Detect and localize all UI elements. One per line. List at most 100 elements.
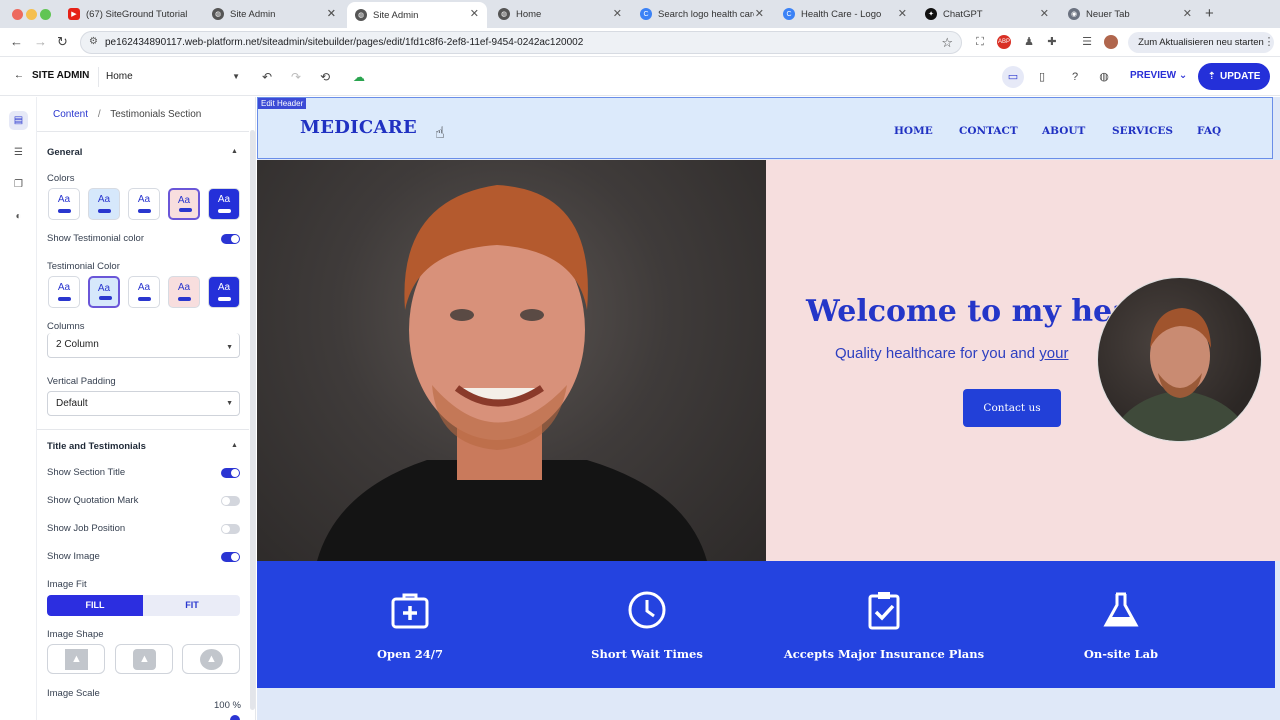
close-tab-icon[interactable]: ✕ — [470, 7, 479, 20]
nav-services[interactable]: SERVICES — [1112, 125, 1173, 137]
redo-icon[interactable]: ↷ — [291, 70, 301, 84]
testimonial-color-swatch[interactable]: Aa — [168, 276, 200, 308]
help-icon[interactable]: ? — [1064, 66, 1086, 88]
close-tab-icon[interactable]: ✕ — [1183, 7, 1192, 20]
desktop-view-icon[interactable]: ▭ — [1002, 66, 1024, 88]
tab-label: Search logo health care — [658, 8, 754, 20]
maximize-window-button[interactable] — [40, 9, 51, 20]
contact-us-button[interactable]: Contact us — [963, 389, 1061, 427]
breadcrumb-content-link[interactable]: Content — [53, 109, 88, 120]
more-menu-icon[interactable]: ⋮ — [1262, 35, 1276, 49]
extension-icon[interactable]: ♟ — [1022, 35, 1036, 49]
collapse-arrow-icon[interactable]: ▲ — [231, 148, 238, 155]
panel-scrollbar[interactable] — [250, 130, 255, 710]
adblock-icon[interactable]: ABP — [997, 35, 1011, 49]
browser-tab[interactable]: C Search logo health care ✕ — [632, 2, 772, 26]
webcam-person-illustration — [1108, 308, 1253, 441]
nav-faq[interactable]: FAQ — [1197, 125, 1221, 137]
browser-tab[interactable]: C Health Care - Logo ✕ — [775, 2, 915, 26]
color-swatch[interactable]: Aa — [48, 188, 80, 220]
pages-icon[interactable]: ❐ — [9, 175, 28, 194]
browser-tab[interactable]: ◍ Site Admin ✕ — [204, 2, 344, 26]
image-fit-fit-option[interactable]: FIT — [144, 595, 240, 616]
color-swatch[interactable]: Aa — [128, 188, 160, 220]
image-scale-slider-handle[interactable] — [230, 715, 240, 720]
bookmark-star-icon[interactable]: ☆ — [941, 35, 953, 51]
testimonial-color-swatch[interactable]: Aa — [48, 276, 80, 308]
close-tab-icon[interactable]: ✕ — [898, 7, 907, 20]
testimonial-color-swatch[interactable]: Aa — [208, 276, 240, 308]
mobile-view-icon[interactable]: ▯ — [1031, 66, 1053, 88]
clock-icon — [628, 591, 666, 629]
show-section-title-toggle[interactable] — [221, 468, 240, 478]
nav-home[interactable]: HOME — [894, 125, 933, 137]
profile-avatar[interactable] — [1104, 35, 1118, 49]
navigation-icon[interactable]: ☰ — [9, 143, 28, 162]
nav-contact[interactable]: CONTACT — [959, 125, 1018, 137]
hero-subtitle[interactable]: Quality healthcare for you and your — [835, 345, 1068, 362]
reading-list-icon[interactable]: ☰ — [1080, 35, 1094, 49]
close-tab-icon[interactable]: ✕ — [613, 7, 622, 20]
feature-item[interactable]: Short Wait Times — [520, 561, 774, 688]
hero-photo[interactable] — [257, 160, 766, 561]
collapse-arrow-icon[interactable]: ▲ — [231, 442, 238, 449]
minimize-window-button[interactable] — [26, 9, 37, 20]
undo-icon[interactable]: ↶ — [262, 70, 272, 84]
close-window-button[interactable] — [12, 9, 23, 20]
site-logo[interactable]: MEDICARE — [300, 117, 417, 138]
reload-icon[interactable]: ↻ — [57, 34, 68, 50]
show-testimonial-color-toggle[interactable] — [221, 234, 240, 244]
close-tab-icon[interactable]: ✕ — [327, 7, 336, 20]
screen-capture-icon[interactable]: ⛶ — [973, 35, 987, 49]
color-swatch-selected[interactable]: Aa — [168, 188, 200, 220]
show-job-position-toggle[interactable] — [221, 524, 240, 534]
image-shape-circle-option[interactable]: ▲ — [182, 644, 240, 674]
color-swatch[interactable]: Aa — [208, 188, 240, 220]
site-info-icon[interactable]: ⚙ — [89, 36, 98, 47]
nav-about[interactable]: ABOUT — [1042, 125, 1085, 137]
divider — [37, 429, 249, 430]
language-globe-icon[interactable]: ◍ — [1093, 66, 1115, 88]
browser-tab[interactable]: ◉ Neuer Tab ✕ — [1060, 2, 1200, 26]
new-tab-icon[interactable]: + — [1205, 5, 1214, 22]
extensions-puzzle-icon[interactable]: ✚ — [1045, 35, 1059, 49]
browser-update-chip[interactable]: Zum Aktualisieren neu starten — [1128, 32, 1274, 53]
design-palette-icon[interactable]: ◐ — [9, 207, 28, 226]
edit-header-tag[interactable]: Edit Header — [258, 98, 307, 109]
close-tab-icon[interactable]: ✕ — [1040, 7, 1049, 20]
preview-button[interactable]: PREVIEW ⌄ — [1130, 70, 1187, 81]
site-admin-back-link[interactable]: ← SITE ADMIN — [14, 70, 89, 81]
title-testimonials-section-header[interactable]: Title and Testimonials — [47, 441, 146, 452]
sections-icon[interactable]: ▤ — [9, 111, 28, 130]
chatgpt-icon: ✦ — [925, 8, 937, 20]
feature-item[interactable]: Accepts Major Insurance Plans — [757, 561, 1011, 688]
show-quotation-mark-toggle[interactable] — [221, 496, 240, 506]
vertical-padding-select[interactable]: Default ▼ — [47, 391, 240, 416]
address-bar[interactable]: ⚙ pe162434890117.web-platform.net/sitead… — [80, 31, 962, 54]
testimonial-color-swatch[interactable]: Aa — [128, 276, 160, 308]
image-shape-square-option[interactable]: ▲ — [47, 644, 105, 674]
image-fit-fill-option[interactable]: FILL — [47, 595, 143, 616]
image-shape-rounded-option[interactable]: ▲ — [115, 644, 173, 674]
update-button[interactable]: ⇡ UPDATE — [1198, 63, 1270, 90]
history-icon[interactable]: ⟲ — [320, 70, 330, 84]
hero-title[interactable]: Welcome to my heal — [806, 294, 1143, 329]
site-admin-label: SITE ADMIN — [32, 70, 90, 81]
general-section-header[interactable]: General — [47, 147, 82, 158]
feature-item[interactable]: Open 24/7 — [283, 561, 537, 688]
show-quotation-mark-label: Show Quotation Mark — [47, 495, 139, 506]
browser-tab[interactable]: ◍ Home ✕ — [490, 2, 630, 26]
columns-select[interactable]: 2 Column ▼ — [47, 333, 240, 358]
site-header[interactable]: Edit Header MEDICARE HOME CONTACT ABOUT … — [257, 97, 1273, 159]
browser-tab-active[interactable]: ◍ Site Admin ✕ — [347, 2, 487, 28]
page-select[interactable]: Home ▼ — [98, 67, 244, 87]
colors-label: Colors — [47, 173, 75, 184]
close-tab-icon[interactable]: ✕ — [755, 7, 764, 20]
browser-tab[interactable]: ✦ ChatGPT ✕ — [917, 2, 1057, 26]
back-icon[interactable]: ← — [10, 34, 23, 49]
testimonial-color-swatch-selected[interactable]: Aa — [88, 276, 120, 308]
show-image-toggle[interactable] — [221, 552, 240, 562]
color-swatch[interactable]: Aa — [88, 188, 120, 220]
feature-item[interactable]: On-site Lab — [994, 561, 1248, 688]
forward-icon[interactable]: → — [34, 34, 47, 49]
